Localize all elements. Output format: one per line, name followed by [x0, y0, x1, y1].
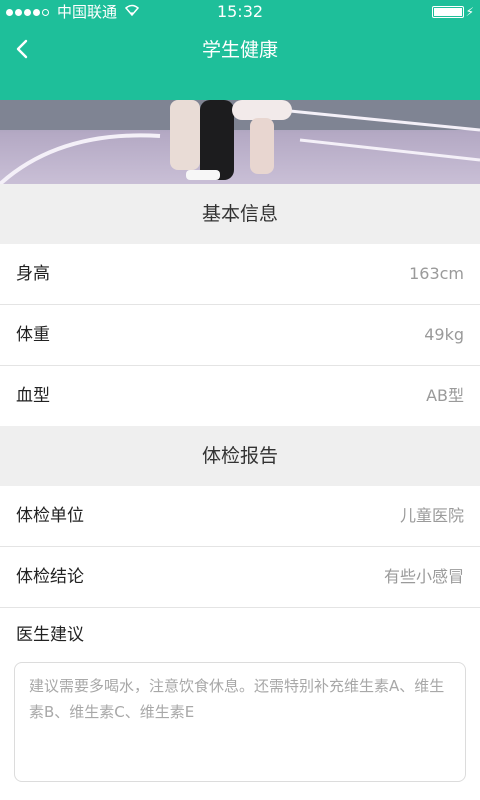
row-value: AB型 — [426, 386, 464, 405]
section-basic-info: 基本信息 — [0, 184, 480, 244]
report-row-conclusion: 体检结论 有些小感冒 — [0, 547, 480, 608]
charging-icon: ⚡ — [465, 5, 474, 19]
page-title: 学生健康 — [201, 39, 278, 61]
info-row-weight: 体重 49kg — [0, 305, 480, 366]
nav-bar: 学生健康 — [0, 24, 480, 76]
status-right: ⚡ — [431, 0, 474, 24]
row-label: 血型 — [16, 386, 50, 406]
report-row-institution: 体检单位 儿童医院 — [0, 486, 480, 547]
info-row-blood-type: 血型 AB型 — [0, 366, 480, 426]
banner-image — [0, 100, 480, 184]
row-label: 体检单位 — [16, 506, 84, 526]
status-bar: 中国联通 15:32 ⚡ — [0, 0, 480, 24]
info-row-height: 身高 163cm — [0, 244, 480, 305]
row-label: 体检结论 — [16, 567, 84, 587]
app-header: 中国联通 15:32 ⚡ 学生健康 — [0, 0, 480, 100]
row-value: 163cm — [409, 264, 464, 283]
advice-text-box[interactable]: 建议需要多喝水，注意饮食休息。还需特别补充维生素A、维生素B、维生素C、维生素E — [14, 662, 466, 782]
doctor-advice-section: 医生建议 建议需要多喝水，注意饮食休息。还需特别补充维生素A、维生素B、维生素C… — [0, 608, 480, 798]
advice-label: 医生建议 — [16, 625, 84, 645]
row-value: 有些小感冒 — [383, 567, 464, 586]
status-time: 15:32 — [216, 2, 264, 21]
row-value: 儿童医院 — [399, 506, 464, 525]
row-label: 身高 — [16, 264, 50, 284]
battery-icon — [431, 6, 464, 18]
row-value: 49kg — [424, 325, 464, 344]
section-exam-report: 体检报告 — [0, 426, 480, 486]
row-label: 体重 — [16, 325, 50, 345]
